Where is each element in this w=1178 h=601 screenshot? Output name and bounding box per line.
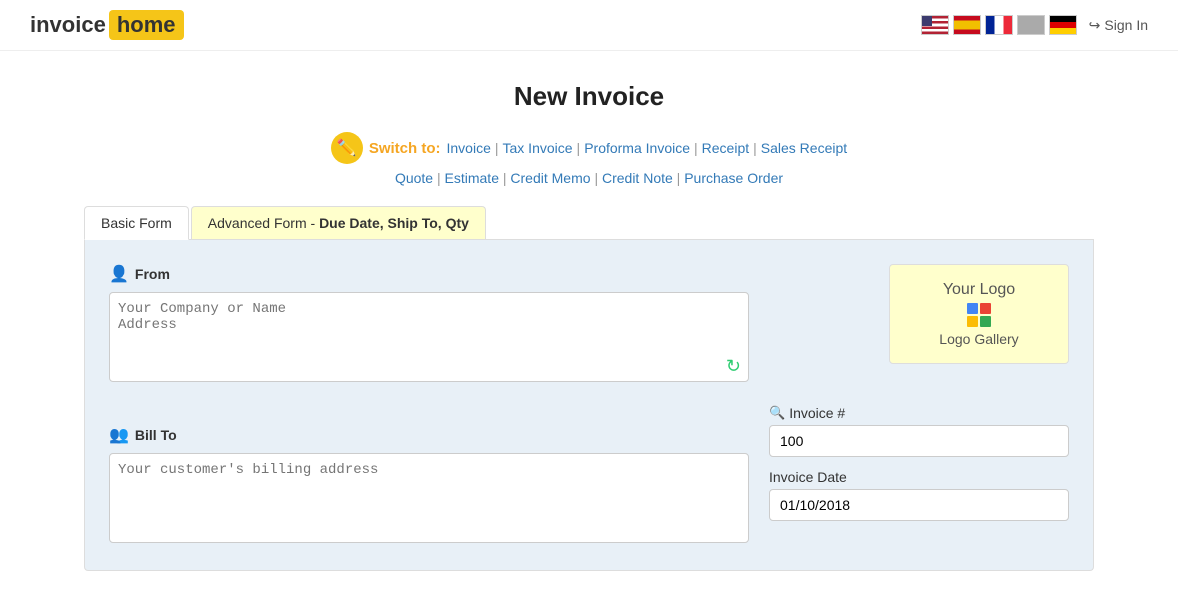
form-top-grid: 👤 From ↻ Your Logo xyxy=(109,264,1069,385)
logo-color-red xyxy=(980,303,991,314)
switch-purchase-order[interactable]: Purchase Order xyxy=(684,170,783,186)
switch-credit-note[interactable]: Credit Note xyxy=(602,170,673,186)
bill-to-section: 👥 Bill To xyxy=(109,425,749,546)
form-area: 👤 From ↻ Your Logo xyxy=(84,240,1094,571)
switch-quote[interactable]: Quote xyxy=(395,170,433,186)
tab-advanced-form[interactable]: Advanced Form - Due Date, Ship To, Qty xyxy=(191,206,486,239)
tab-basic-form[interactable]: Basic Form xyxy=(84,206,189,240)
flag-container xyxy=(921,15,1077,35)
switch-credit-memo[interactable]: Credit Memo xyxy=(510,170,590,186)
from-textarea-wrapper: ↻ xyxy=(109,292,749,385)
invoice-date-label: Invoice Date xyxy=(769,469,1069,485)
form-bottom-grid: 👥 Bill To 🔍 Invoice # Invoice Date xyxy=(109,405,1069,546)
switch-container: ✏️ Switch to: Invoice | Tax Invoice | Pr… xyxy=(84,132,1094,186)
flag-unknown[interactable] xyxy=(1017,15,1045,35)
app-header: invoice home ↪ Sign In xyxy=(0,0,1178,51)
switch-sales-receipt[interactable]: Sales Receipt xyxy=(761,140,847,156)
from-textarea[interactable] xyxy=(109,292,749,382)
logo-box[interactable]: Your Logo Logo Gallery xyxy=(889,264,1069,364)
logo-color-yellow xyxy=(967,316,978,327)
switch-links-row2: Quote | Estimate | Credit Memo | Credit … xyxy=(84,170,1094,186)
bill-to-icon: 👥 xyxy=(109,425,129,445)
logo-color-blue xyxy=(967,303,978,314)
invoice-date-input[interactable] xyxy=(769,489,1069,521)
flag-de[interactable] xyxy=(1049,15,1077,35)
switch-invoice[interactable]: Invoice xyxy=(447,140,491,156)
from-section: 👤 From ↻ xyxy=(109,264,749,385)
main-content: New Invoice ✏️ Switch to: Invoice | Tax … xyxy=(64,51,1114,601)
from-label: 👤 From xyxy=(109,264,749,284)
invoice-number-input[interactable] xyxy=(769,425,1069,457)
flag-fr[interactable] xyxy=(985,15,1013,35)
switch-row: ✏️ Switch to: Invoice | Tax Invoice | Pr… xyxy=(84,132,1094,164)
page-title: New Invoice xyxy=(84,81,1094,112)
from-icon: 👤 xyxy=(109,264,129,284)
switch-links-row1: Invoice | Tax Invoice | Proforma Invoice… xyxy=(447,140,848,156)
switch-to-label: Switch to: xyxy=(369,140,441,157)
logo-invoice-text: invoice xyxy=(30,12,106,38)
logo-home-text: home xyxy=(109,10,184,40)
sign-in-arrow: ↪ xyxy=(1089,17,1101,34)
bill-to-textarea[interactable] xyxy=(109,453,749,543)
sign-in-link[interactable]: ↪ Sign In xyxy=(1089,17,1148,34)
header-right: ↪ Sign In xyxy=(921,15,1148,35)
sign-in-label: Sign In xyxy=(1104,17,1148,33)
logo-color-grid xyxy=(967,303,991,327)
switch-proforma-invoice[interactable]: Proforma Invoice xyxy=(584,140,690,156)
refresh-icon[interactable]: ↻ xyxy=(726,356,741,377)
logo-section: Your Logo Logo Gallery xyxy=(769,264,1069,385)
logo-box-subtitle: Logo Gallery xyxy=(939,331,1018,347)
invoice-number-group: 🔍 Invoice # xyxy=(769,405,1069,457)
switch-receipt[interactable]: Receipt xyxy=(702,140,749,156)
flag-us[interactable] xyxy=(921,15,949,35)
search-icon: 🔍 xyxy=(769,405,785,421)
logo-box-title: Your Logo xyxy=(943,281,1015,299)
invoice-fields: 🔍 Invoice # Invoice Date xyxy=(769,405,1069,546)
logo-container: invoice home xyxy=(30,10,184,40)
logo-color-green xyxy=(980,316,991,327)
switch-icon: ✏️ xyxy=(331,132,363,164)
switch-estimate[interactable]: Estimate xyxy=(445,170,499,186)
invoice-date-group: Invoice Date xyxy=(769,469,1069,521)
invoice-number-label: 🔍 Invoice # xyxy=(769,405,1069,421)
bill-to-label: 👥 Bill To xyxy=(109,425,749,445)
tabs-container: Basic Form Advanced Form - Due Date, Shi… xyxy=(84,206,1094,240)
switch-tax-invoice[interactable]: Tax Invoice xyxy=(503,140,573,156)
flag-es[interactable] xyxy=(953,15,981,35)
